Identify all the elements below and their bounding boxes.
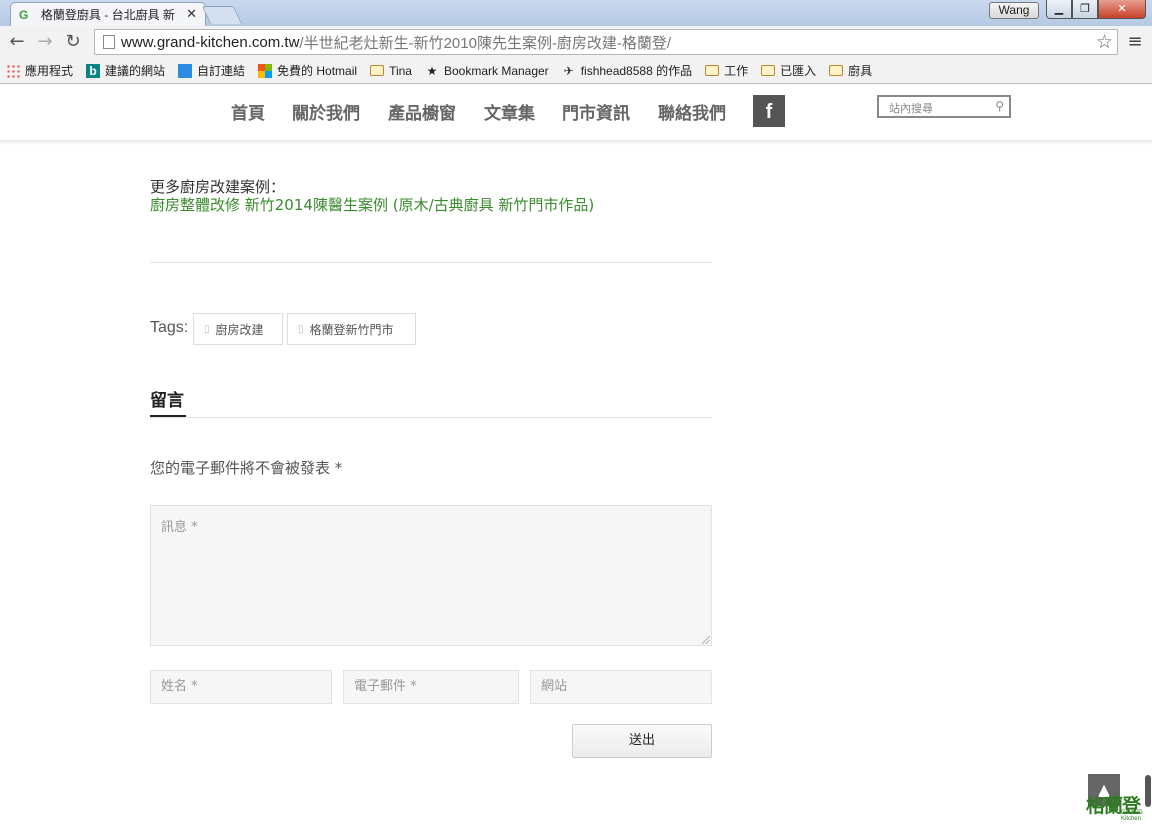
bookmark-label: fishhead8588 的作品: [580, 64, 693, 78]
apps-icon: [6, 63, 20, 78]
submit-button[interactable]: 送出: [572, 724, 712, 758]
bookmark-label: 已匯入: [780, 64, 817, 78]
url-path: /半世紀老灶新生-新竹2010陳先生案例-廚房改建-格蘭登/: [299, 34, 672, 52]
nav-stores[interactable]: 門市資訊: [562, 99, 630, 124]
website-placeholder: 網站: [541, 679, 568, 694]
back-icon[interactable]: ←: [6, 32, 28, 52]
windows-icon: [178, 63, 193, 78]
more-cases-link[interactable]: 廚房整體改修 新竹2014陳醫生案例 (原木/古典廚具 新竹門市作品): [150, 194, 594, 215]
bookmark-label: Bookmark Manager: [443, 63, 549, 78]
bookmark-imported[interactable]: 已匯入: [761, 62, 816, 79]
window-titlebar: G 格蘭登廚具 - 台北廚具 新 ✕ Wang ▁ ❐ ✕: [0, 0, 1152, 26]
nav-home[interactable]: 首頁: [231, 99, 265, 124]
browser-tab[interactable]: G 格蘭登廚具 - 台北廚具 新 ✕: [10, 2, 206, 26]
tag-icon: ▯: [204, 323, 210, 335]
forward-icon[interactable]: →: [34, 32, 56, 52]
divider: [150, 262, 712, 263]
bookmark-tina[interactable]: Tina: [370, 64, 412, 78]
bookmark-label: 免費的 Hotmail: [277, 64, 358, 78]
star-icon: ★: [426, 63, 438, 78]
heading-underline: [150, 415, 186, 417]
email-placeholder: 電子郵件 *: [354, 679, 417, 694]
bookmark-fishhead[interactable]: ✈ fishhead8588 的作品: [562, 62, 692, 79]
folder-icon: [829, 65, 844, 76]
name-input[interactable]: 姓名 *: [150, 670, 332, 704]
bookmark-label: 工作: [724, 64, 749, 78]
email-notice: 您的電子郵件將不會被發表 *: [150, 459, 343, 477]
comment-heading: 留言: [150, 391, 184, 411]
tab-close-icon[interactable]: ✕: [186, 7, 197, 22]
bookmark-suggested[interactable]: b 建議的網站: [86, 62, 165, 79]
page-scrollbar[interactable]: [1145, 775, 1151, 807]
bookmark-apps[interactable]: 應用程式: [6, 62, 73, 79]
bing-icon: b: [86, 63, 101, 78]
site-search-input[interactable]: 站內搜尋 ⚲: [877, 95, 1011, 118]
tag-label: 廚房改建: [215, 322, 264, 337]
folder-icon: [761, 65, 776, 76]
page-icon: [103, 35, 115, 49]
bookmark-hotmail[interactable]: 免費的 Hotmail: [258, 62, 357, 79]
folder-icon: [705, 65, 720, 76]
nav-about[interactable]: 關於我們: [292, 99, 360, 124]
site-favicon-icon: G: [19, 7, 29, 22]
name-placeholder: 姓名 *: [161, 679, 198, 694]
bookmark-label: 應用程式: [25, 64, 74, 78]
tags-label: Tags:: [150, 319, 189, 336]
bookmark-label: Tina: [389, 63, 412, 78]
divider: [150, 417, 712, 418]
browser-toolbar: ← → ↻ www.grand-kitchen.com.tw /半世紀老灶新生-…: [0, 26, 1152, 58]
message-placeholder: 訊息 *: [161, 520, 198, 535]
brand-subtitle: GRAND Kitchen: [1121, 810, 1143, 822]
url-domain: www.grand-kitchen.com.tw: [121, 33, 300, 51]
bookmark-work[interactable]: 工作: [705, 62, 748, 79]
message-textarea[interactable]: 訊息 *: [150, 505, 712, 646]
bookmark-star-icon[interactable]: ☆: [1096, 31, 1113, 53]
chrome-menu-icon[interactable]: ≡: [1126, 31, 1144, 52]
tag-label: 格蘭登新竹門市: [309, 322, 394, 337]
profile-button[interactable]: Wang: [989, 2, 1039, 19]
nav-contact[interactable]: 聯絡我們: [658, 99, 726, 124]
bookmarks-bar: 應用程式 b 建議的網站 自訂連結 免費的 Hotmail Tina ★ Bookm…: [0, 58, 1152, 84]
tag-icon: ▯: [298, 323, 304, 335]
new-tab-button[interactable]: [201, 6, 243, 24]
window-close-icon[interactable]: ✕: [1098, 0, 1146, 19]
tag-kitchen-remodel[interactable]: ▯ 廚房改建: [193, 313, 283, 345]
bookmark-label: 建議的網站: [105, 64, 166, 78]
tag-hsinchu-store[interactable]: ▯ 格蘭登新竹門市: [287, 313, 416, 345]
tab-title: 格蘭登廚具 - 台北廚具 新: [40, 8, 175, 22]
bookmark-label: 廚具: [848, 64, 873, 78]
nav-products[interactable]: 產品櫥窗: [388, 99, 456, 124]
maximize-icon[interactable]: ❐: [1072, 0, 1098, 19]
search-icon[interactable]: ⚲: [995, 99, 1004, 113]
microsoft-icon: [258, 63, 273, 78]
site-header: 首頁 關於我們 產品櫥窗 文章集 門市資訊 聯絡我們 f 站內搜尋 ⚲: [0, 85, 1152, 141]
folder-icon: [370, 65, 385, 76]
nav-articles[interactable]: 文章集: [484, 99, 535, 124]
email-input[interactable]: 電子郵件 *: [343, 670, 519, 704]
fish-icon: ✈: [563, 63, 574, 78]
bookmark-manager[interactable]: ★ Bookmark Manager: [425, 64, 549, 78]
facebook-icon[interactable]: f: [753, 95, 785, 127]
search-placeholder: 站內搜尋: [889, 102, 933, 115]
bookmark-kitchen[interactable]: 廚具: [829, 62, 872, 79]
resize-handle-icon[interactable]: [702, 636, 710, 644]
bookmark-custom-links[interactable]: 自訂連結: [178, 62, 245, 79]
address-bar[interactable]: www.grand-kitchen.com.tw /半世紀老灶新生-新竹2010…: [94, 29, 1118, 55]
website-input[interactable]: 網站: [530, 670, 712, 704]
reload-icon[interactable]: ↻: [62, 32, 84, 52]
bookmark-label: 自訂連結: [197, 64, 246, 78]
minimize-icon[interactable]: ▁: [1046, 0, 1072, 19]
